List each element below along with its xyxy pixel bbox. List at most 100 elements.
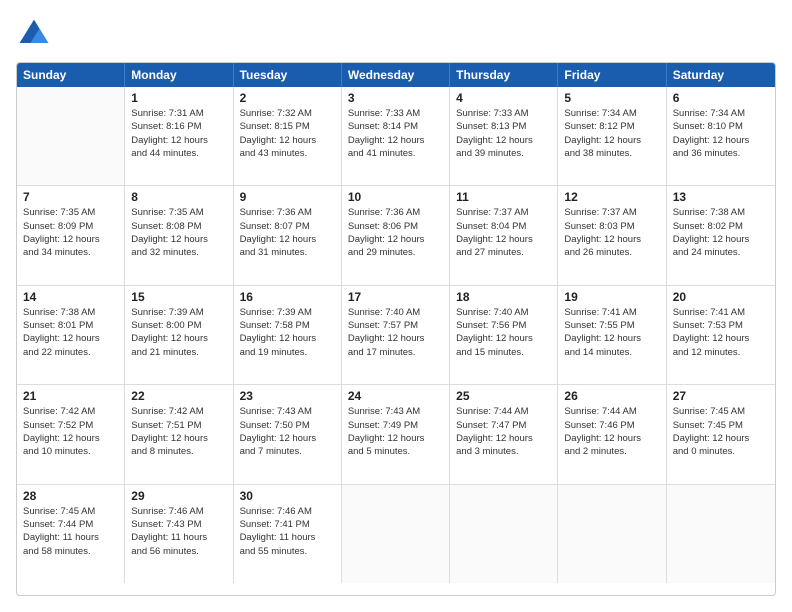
calendar: SundayMondayTuesdayWednesdayThursdayFrid…	[16, 62, 776, 596]
calendar-cell: 10Sunrise: 7:36 AM Sunset: 8:06 PM Dayli…	[342, 186, 450, 284]
calendar-cell: 21 Sunrise: 7:42 AM Sunset: 7:52 PM Dayli…	[17, 385, 125, 483]
day-of-week-header: Monday	[125, 63, 233, 87]
calendar-cell: 26Sunrise: 7:44 AM Sunset: 7:46 PM Dayli…	[558, 385, 666, 483]
day-info: Sunrise: 7:31 AM Sunset: 8:16 PM Dayligh…	[131, 107, 226, 160]
day-number: 22	[131, 389, 226, 403]
day-number: 13	[673, 190, 769, 204]
day-number: 3	[348, 91, 443, 105]
day-info: Sunrise: 7:35 AM Sunset: 8:09 PM Dayligh…	[23, 206, 118, 259]
calendar-cell: 6 Sunrise: 7:34 AM Sunset: 8:10 PM Daylig…	[667, 87, 775, 185]
day-info: Sunrise: 7:33 AM Sunset: 8:14 PM Dayligh…	[348, 107, 443, 160]
day-info: Sunrise: 7:34 AM Sunset: 8:12 PM Dayligh…	[564, 107, 659, 160]
calendar-cell: 28 Sunrise: 7:45 AM Sunset: 7:44 PM Dayli…	[17, 485, 125, 583]
calendar-header: SundayMondayTuesdayWednesdayThursdayFrid…	[17, 63, 775, 87]
day-number: 9	[240, 190, 335, 204]
calendar-body: 1 Sunrise: 7:31 AM Sunset: 8:16 PM Daylig…	[17, 87, 775, 583]
day-number: 11	[456, 190, 551, 204]
day-number: 4	[456, 91, 551, 105]
day-info: Sunrise: 7:45 AM Sunset: 7:45 PM Dayligh…	[673, 405, 769, 458]
header	[16, 16, 776, 52]
day-number: 5	[564, 91, 659, 105]
day-info: Sunrise: 7:46 AM Sunset: 7:43 PM Dayligh…	[131, 505, 226, 558]
day-number: 21	[23, 389, 118, 403]
calendar-cell: 27 Sunrise: 7:45 AM Sunset: 7:45 PM Dayli…	[667, 385, 775, 483]
calendar-cell: 15 Sunrise: 7:39 AM Sunset: 8:00 PM Dayli…	[125, 286, 233, 384]
day-number: 25	[456, 389, 551, 403]
calendar-cell: 29 Sunrise: 7:46 AM Sunset: 7:43 PM Dayli…	[125, 485, 233, 583]
logo-icon	[16, 16, 52, 52]
calendar-row: 14 Sunrise: 7:38 AM Sunset: 8:01 PM Dayli…	[17, 286, 775, 385]
calendar-cell	[558, 485, 666, 583]
day-info: Sunrise: 7:38 AM Sunset: 8:01 PM Dayligh…	[23, 306, 118, 359]
day-number: 23	[240, 389, 335, 403]
day-number: 19	[564, 290, 659, 304]
day-of-week-header: Thursday	[450, 63, 558, 87]
day-info: Sunrise: 7:46 AM Sunset: 7:41 PM Dayligh…	[240, 505, 335, 558]
day-number: 28	[23, 489, 118, 503]
calendar-cell: 5 Sunrise: 7:34 AM Sunset: 8:12 PM Daylig…	[558, 87, 666, 185]
day-of-week-header: Friday	[558, 63, 666, 87]
day-info: Sunrise: 7:40 AM Sunset: 7:56 PM Dayligh…	[456, 306, 551, 359]
day-number: 12	[564, 190, 659, 204]
calendar-cell: 12 Sunrise: 7:37 AM Sunset: 8:03 PM Dayli…	[558, 186, 666, 284]
day-number: 1	[131, 91, 226, 105]
day-info: Sunrise: 7:34 AM Sunset: 8:10 PM Dayligh…	[673, 107, 769, 160]
calendar-cell: 22 Sunrise: 7:42 AM Sunset: 7:51 PM Dayli…	[125, 385, 233, 483]
day-info: Sunrise: 7:45 AM Sunset: 7:44 PM Dayligh…	[23, 505, 118, 558]
day-info: Sunrise: 7:36 AM Sunset: 8:06 PM Dayligh…	[348, 206, 443, 259]
day-number: 30	[240, 489, 335, 503]
day-info: Sunrise: 7:41 AM Sunset: 7:53 PM Dayligh…	[673, 306, 769, 359]
day-info: Sunrise: 7:41 AM Sunset: 7:55 PM Dayligh…	[564, 306, 659, 359]
day-info: Sunrise: 7:32 AM Sunset: 8:15 PM Dayligh…	[240, 107, 335, 160]
day-info: Sunrise: 7:36 AM Sunset: 8:07 PM Dayligh…	[240, 206, 335, 259]
day-number: 6	[673, 91, 769, 105]
calendar-cell: 24Sunrise: 7:43 AM Sunset: 7:49 PM Dayli…	[342, 385, 450, 483]
calendar-cell: 9 Sunrise: 7:36 AM Sunset: 8:07 PM Daylig…	[234, 186, 342, 284]
day-number: 18	[456, 290, 551, 304]
day-of-week-header: Saturday	[667, 63, 775, 87]
day-info: Sunrise: 7:38 AM Sunset: 8:02 PM Dayligh…	[673, 206, 769, 259]
calendar-cell: 1 Sunrise: 7:31 AM Sunset: 8:16 PM Daylig…	[125, 87, 233, 185]
calendar-row: 28 Sunrise: 7:45 AM Sunset: 7:44 PM Dayli…	[17, 485, 775, 583]
day-info: Sunrise: 7:44 AM Sunset: 7:47 PM Dayligh…	[456, 405, 551, 458]
day-info: Sunrise: 7:35 AM Sunset: 8:08 PM Dayligh…	[131, 206, 226, 259]
day-number: 8	[131, 190, 226, 204]
page: SundayMondayTuesdayWednesdayThursdayFrid…	[0, 0, 792, 612]
day-number: 14	[23, 290, 118, 304]
calendar-cell: 4 Sunrise: 7:33 AM Sunset: 8:13 PM Daylig…	[450, 87, 558, 185]
calendar-cell: 16Sunrise: 7:39 AM Sunset: 7:58 PM Dayli…	[234, 286, 342, 384]
calendar-cell: 3 Sunrise: 7:33 AM Sunset: 8:14 PM Daylig…	[342, 87, 450, 185]
calendar-cell: 2Sunrise: 7:32 AM Sunset: 8:15 PM Daylig…	[234, 87, 342, 185]
calendar-cell	[17, 87, 125, 185]
day-number: 7	[23, 190, 118, 204]
calendar-cell: 23Sunrise: 7:43 AM Sunset: 7:50 PM Dayli…	[234, 385, 342, 483]
day-of-week-header: Wednesday	[342, 63, 450, 87]
day-number: 15	[131, 290, 226, 304]
day-info: Sunrise: 7:42 AM Sunset: 7:51 PM Dayligh…	[131, 405, 226, 458]
day-number: 27	[673, 389, 769, 403]
calendar-cell: 14 Sunrise: 7:38 AM Sunset: 8:01 PM Dayli…	[17, 286, 125, 384]
day-info: Sunrise: 7:37 AM Sunset: 8:04 PM Dayligh…	[456, 206, 551, 259]
calendar-cell: 18 Sunrise: 7:40 AM Sunset: 7:56 PM Dayli…	[450, 286, 558, 384]
day-info: Sunrise: 7:42 AM Sunset: 7:52 PM Dayligh…	[23, 405, 118, 458]
day-info: Sunrise: 7:44 AM Sunset: 7:46 PM Dayligh…	[564, 405, 659, 458]
calendar-cell	[342, 485, 450, 583]
day-number: 29	[131, 489, 226, 503]
calendar-cell: 17Sunrise: 7:40 AM Sunset: 7:57 PM Dayli…	[342, 286, 450, 384]
calendar-cell: 25 Sunrise: 7:44 AM Sunset: 7:47 PM Dayli…	[450, 385, 558, 483]
calendar-row: 7 Sunrise: 7:35 AM Sunset: 8:09 PM Daylig…	[17, 186, 775, 285]
day-info: Sunrise: 7:37 AM Sunset: 8:03 PM Dayligh…	[564, 206, 659, 259]
calendar-cell: 30 Sunrise: 7:46 AM Sunset: 7:41 PM Dayli…	[234, 485, 342, 583]
calendar-cell: 7 Sunrise: 7:35 AM Sunset: 8:09 PM Daylig…	[17, 186, 125, 284]
day-of-week-header: Sunday	[17, 63, 125, 87]
day-info: Sunrise: 7:43 AM Sunset: 7:49 PM Dayligh…	[348, 405, 443, 458]
calendar-row: 21 Sunrise: 7:42 AM Sunset: 7:52 PM Dayli…	[17, 385, 775, 484]
day-number: 16	[240, 290, 335, 304]
day-info: Sunrise: 7:33 AM Sunset: 8:13 PM Dayligh…	[456, 107, 551, 160]
calendar-cell: 8 Sunrise: 7:35 AM Sunset: 8:08 PM Daylig…	[125, 186, 233, 284]
calendar-cell: 19 Sunrise: 7:41 AM Sunset: 7:55 PM Dayli…	[558, 286, 666, 384]
calendar-row: 1 Sunrise: 7:31 AM Sunset: 8:16 PM Daylig…	[17, 87, 775, 186]
day-info: Sunrise: 7:39 AM Sunset: 8:00 PM Dayligh…	[131, 306, 226, 359]
day-of-week-header: Tuesday	[234, 63, 342, 87]
calendar-cell: 20Sunrise: 7:41 AM Sunset: 7:53 PM Dayli…	[667, 286, 775, 384]
